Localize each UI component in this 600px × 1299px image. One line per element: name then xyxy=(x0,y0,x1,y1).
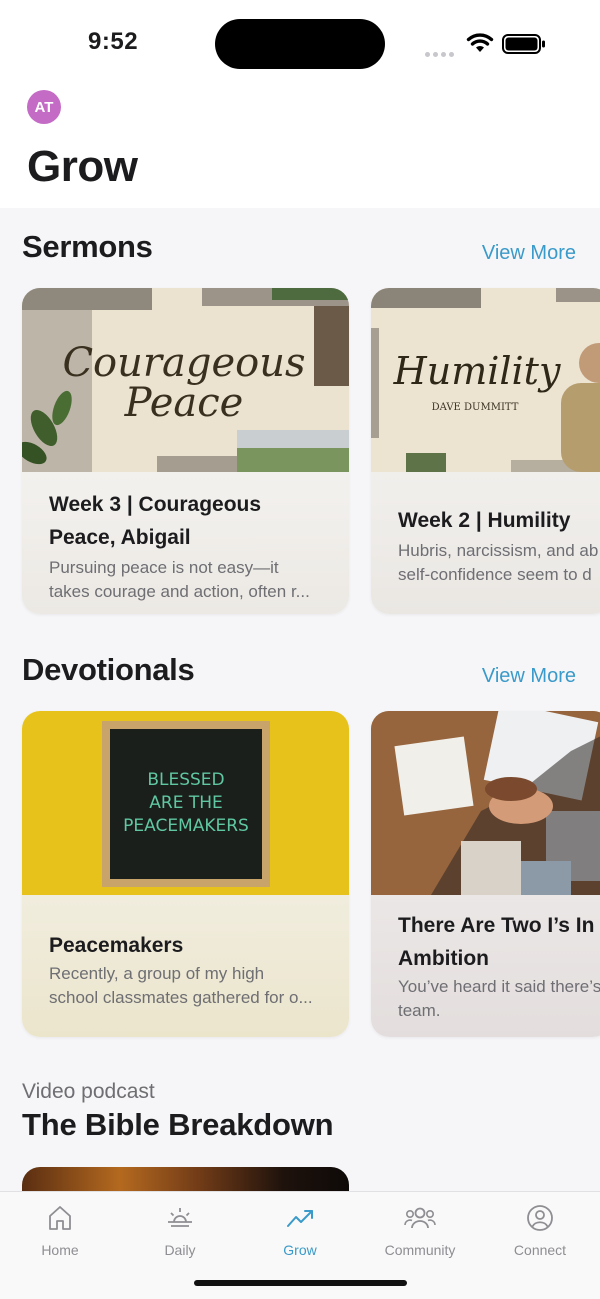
tab-label: Daily xyxy=(164,1242,196,1258)
cellular-signal-icon xyxy=(425,44,457,62)
tab-community[interactable]: Community xyxy=(360,1192,480,1272)
tab-home[interactable]: Home xyxy=(0,1192,120,1272)
trending-up-icon xyxy=(287,1210,313,1227)
sermon-card[interactable]: Humility DAVE DUMMITT Week 2 | Humility … xyxy=(371,288,600,614)
avatar[interactable]: AT xyxy=(27,90,61,124)
letterboard-line1: BLESSED xyxy=(147,770,224,790)
tab-connect[interactable]: Connect xyxy=(480,1192,600,1272)
page-header: AT Grow xyxy=(0,86,600,208)
sermons-view-more-link[interactable]: View More xyxy=(482,242,576,265)
sermon-artwork: Humility DAVE DUMMITT xyxy=(371,288,600,472)
tab-label: Home xyxy=(41,1242,79,1258)
battery-icon xyxy=(502,34,545,54)
devotional-card[interactable]: There Are Two I’s In Ambition You’ve hea… xyxy=(371,711,600,1037)
tab-daily[interactable]: Daily xyxy=(120,1192,240,1272)
letterboard-line3: PEACEMAKERS xyxy=(123,816,249,836)
home-indicator xyxy=(194,1280,407,1286)
tab-label: Grow xyxy=(283,1242,317,1258)
tab-label: Community xyxy=(384,1242,456,1258)
devotional-artwork xyxy=(371,711,600,895)
devotional-card[interactable]: BLESSED ARE THE PEACEMAKERS Peacemakers … xyxy=(22,711,349,1037)
sermon-artwork: Courageous Peace xyxy=(22,288,349,472)
status-time: 9:52 xyxy=(88,28,139,55)
tab-label: Connect xyxy=(513,1242,567,1258)
status-bar: 9:52 xyxy=(0,0,600,86)
sunrise-icon xyxy=(168,1208,192,1227)
podcast-section-label: Video podcast xyxy=(22,1080,155,1103)
sermons-section-title: Sermons xyxy=(22,229,153,264)
devotional-title: There Are Two I’s In Ambition xyxy=(398,914,595,970)
devotional-artwork: BLESSED ARE THE PEACEMAKERS xyxy=(22,711,349,895)
devotional-title: Peacemakers xyxy=(49,934,184,957)
sermon-card[interactable]: Courageous Peace Week 3 | Courageous Pea… xyxy=(22,288,349,614)
devotional-description: You’ve heard it said there’s team. xyxy=(398,977,600,1020)
artwork-title: Humility xyxy=(393,349,561,393)
dynamic-island xyxy=(215,19,385,69)
letterboard-line2: ARE THE xyxy=(149,793,223,813)
home-icon xyxy=(49,1206,71,1230)
devotionals-view-more-link[interactable]: View More xyxy=(482,665,576,688)
devotionals-section-title: Devotionals xyxy=(22,652,195,687)
page-title: Grow xyxy=(27,142,138,191)
sermon-title: Week 2 | Humility xyxy=(398,509,571,532)
sermon-description: Hubris, narcissism, and ab self-confiden… xyxy=(398,541,599,584)
sermon-description: Pursuing peace is not easy—it takes cour… xyxy=(49,558,310,601)
devotional-description: Recently, a group of my high school clas… xyxy=(49,964,313,1007)
user-circle-icon xyxy=(527,1205,553,1231)
tab-grow[interactable]: Grow xyxy=(240,1192,360,1272)
people-icon xyxy=(404,1207,436,1229)
wifi-icon xyxy=(466,33,494,52)
sermon-title: Week 3 | Courageous Peace, Abigail xyxy=(49,493,262,549)
podcast-section-title: The Bible Breakdown xyxy=(22,1107,334,1142)
artwork-subtitle: DAVE DUMMITT xyxy=(432,402,519,413)
artwork-title-line2: Peace xyxy=(124,380,244,426)
